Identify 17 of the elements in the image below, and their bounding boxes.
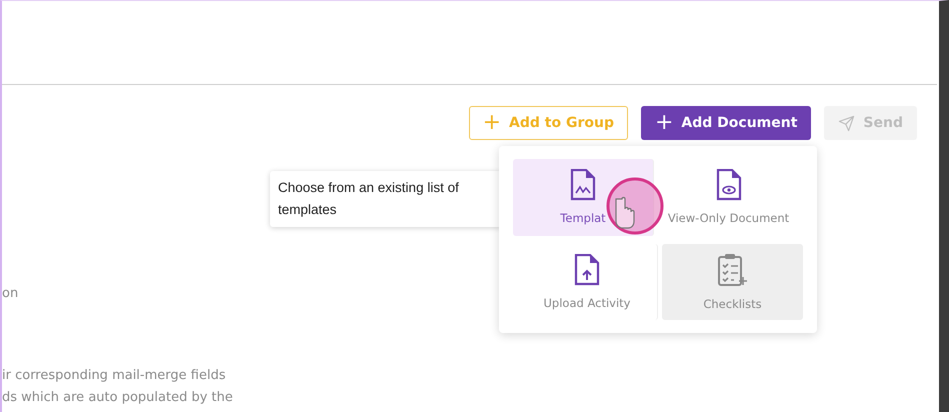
menu-item[interactable]: Upload Activity <box>517 244 658 320</box>
plus-icon: + <box>654 112 674 134</box>
body-text: ds which are auto populated by the <box>2 389 234 407</box>
add-to-group-button[interactable]: + Add to Group <box>468 106 628 140</box>
upload-document-icon <box>574 254 600 286</box>
add-document-button[interactable]: + Add Document <box>640 106 812 140</box>
body-text: on <box>2 285 20 303</box>
checklist-icon <box>716 252 748 287</box>
plus-icon: + <box>482 112 502 134</box>
menu-item[interactable]: Checklists <box>662 244 803 320</box>
menu-item[interactable]: View-Only Document <box>658 159 799 236</box>
eye-document-icon <box>716 169 742 202</box>
signature-document-icon <box>570 169 596 202</box>
body-text: ir corresponding mail-merge fields <box>2 367 227 385</box>
menu-item[interactable]: Templat <box>513 159 654 236</box>
paper-plane-icon <box>838 114 856 132</box>
tooltip: Choose from an existing list of templates <box>270 171 502 227</box>
